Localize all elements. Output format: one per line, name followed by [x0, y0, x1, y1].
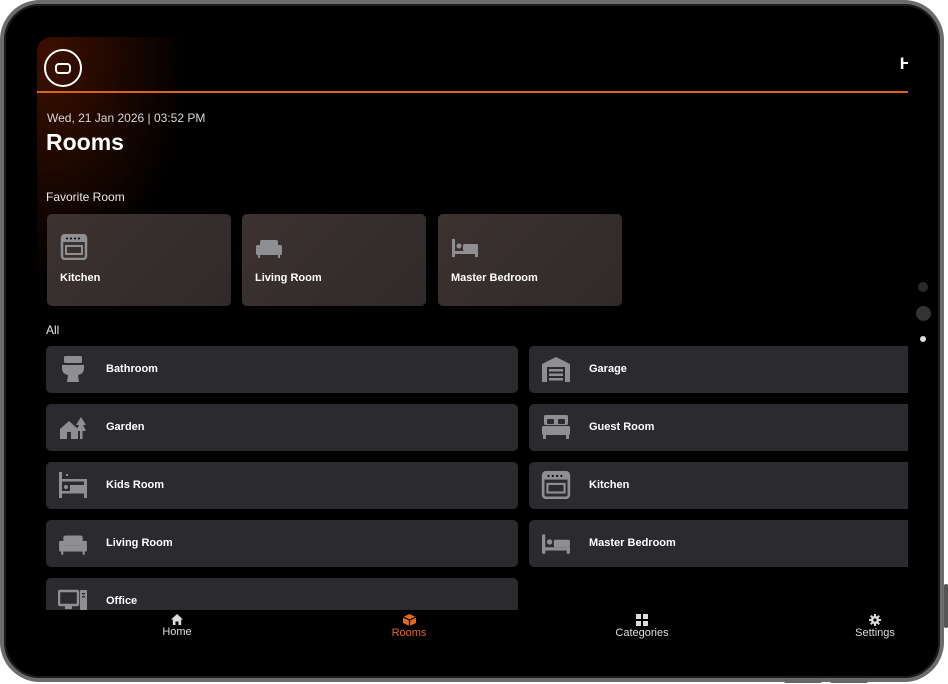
side-button [944, 584, 948, 628]
nav-settings[interactable]: Settings [847, 614, 903, 639]
room-row[interactable]: Kitchen [529, 462, 908, 509]
oven-icon [541, 470, 571, 500]
bottom-nav: Home Rooms Categories Settings [37, 610, 908, 644]
nav-rooms[interactable]: Rooms [379, 614, 439, 639]
oven-icon [60, 233, 88, 261]
grid-icon [636, 614, 648, 626]
room-name: Living Room [106, 537, 173, 549]
room-name: Master Bedroom [589, 537, 676, 549]
favorite-room-name: Kitchen [60, 272, 101, 284]
nav-label: Rooms [391, 627, 427, 639]
app-logo-button[interactable] [44, 49, 82, 87]
camera-lens [916, 306, 931, 321]
bunk-bed-icon [58, 471, 88, 499]
gear-icon [869, 614, 881, 626]
room-name: Bathroom [106, 363, 158, 375]
room-row[interactable]: Guest Room [529, 404, 908, 451]
nav-categories[interactable]: Categories [607, 614, 677, 639]
favorite-room-label: Favorite Room [46, 190, 125, 204]
toilet-icon [58, 355, 88, 383]
nav-label: Home [162, 626, 192, 638]
sensor-dot [918, 282, 928, 292]
room-name: Garden [106, 421, 145, 433]
room-row[interactable]: Master Bedroom [529, 520, 908, 567]
app-screen: H Wed, 21 Jan 2026 | 03:52 PM Rooms Favo… [37, 37, 908, 644]
room-name: Guest Room [589, 421, 655, 433]
bottom-button-left [784, 679, 822, 683]
room-row[interactable]: Bathroom [46, 346, 518, 393]
bed-icon [451, 234, 479, 260]
top-bar: H [37, 37, 908, 93]
favorite-room-name: Living Room [255, 272, 322, 284]
nav-label: Categories [615, 627, 669, 639]
sofa-icon [58, 529, 88, 557]
room-row[interactable]: Garden [46, 404, 518, 451]
header-right-text: H [899, 54, 908, 73]
room-name: Garage [589, 363, 627, 375]
room-row[interactable]: Kids Room [46, 462, 518, 509]
room-name: Kids Room [106, 479, 165, 491]
box-icon [402, 614, 416, 626]
room-row[interactable]: Garage [529, 346, 908, 393]
camera-indicator [920, 336, 926, 342]
room-name: Kitchen [589, 479, 630, 491]
room-row[interactable]: Living Room [46, 520, 518, 567]
room-name: Office [106, 595, 138, 607]
logo-icon [55, 62, 71, 74]
favorite-room-card[interactable]: Living Room [242, 214, 426, 306]
current-datetime: Wed, 21 Jan 2026 | 03:52 PM [47, 111, 206, 125]
double-bed-icon [541, 413, 571, 441]
favorite-room-card[interactable]: Kitchen [47, 214, 231, 306]
bed-icon [541, 529, 571, 557]
home-icon [171, 614, 183, 625]
bottom-button-right [830, 679, 868, 683]
page-title: Rooms [46, 129, 124, 155]
all-rooms-label: All [46, 323, 60, 337]
nav-home[interactable]: Home [147, 614, 207, 638]
favorite-room-card[interactable]: Master Bedroom [438, 214, 622, 306]
nav-label: Settings [855, 627, 895, 639]
favorite-room-name: Master Bedroom [451, 272, 538, 284]
garage-icon [541, 355, 571, 383]
sofa-icon [255, 234, 283, 260]
garden-house-icon [58, 413, 88, 441]
